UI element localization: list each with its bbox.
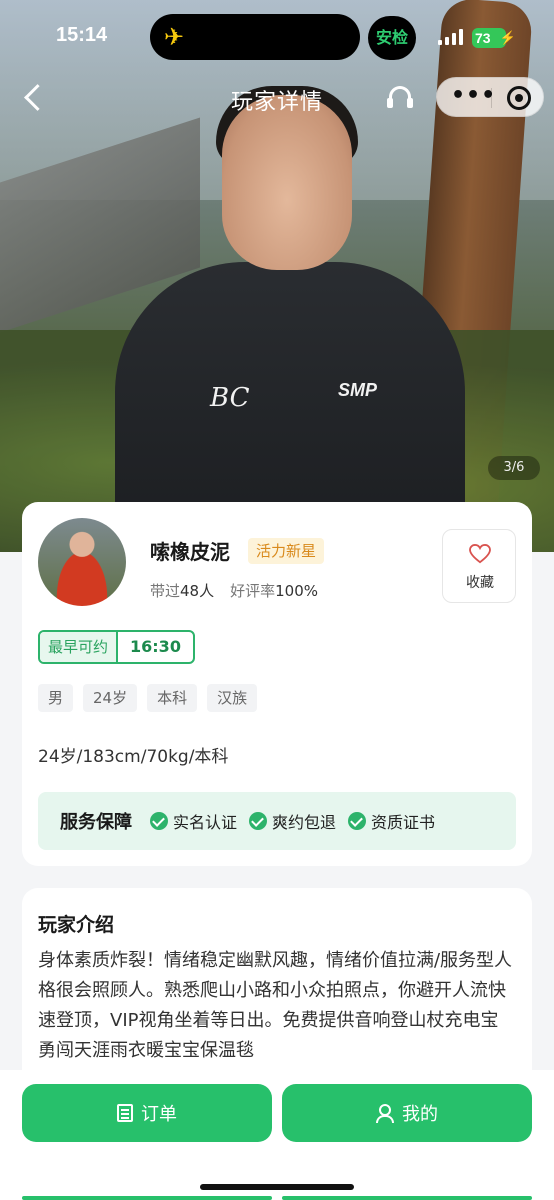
served-label: 带过 <box>150 582 181 600</box>
orders-label: 订单 <box>141 1104 177 1125</box>
avatar[interactable] <box>38 518 126 606</box>
favorite-label: 收藏 <box>466 575 494 591</box>
served-value: 48人 <box>180 582 215 600</box>
document-icon <box>117 1104 133 1122</box>
service-item: 实名认证 <box>150 809 237 833</box>
photo-counter: 3/6 <box>488 456 540 480</box>
mine-button[interactable]: 我的 <box>282 1084 532 1142</box>
status-bar: 15:14 ✈ 安检 73 ⚡ <box>0 14 554 60</box>
jacket-logo-right: SMP <box>338 380 378 400</box>
service-item-label: 资质证书 <box>371 813 436 832</box>
guard-badge[interactable]: 安检 <box>368 16 416 60</box>
favorite-button[interactable]: 收藏 <box>442 529 516 603</box>
service-title: 服务保障 <box>60 812 132 833</box>
charging-bolt-icon: ⚡ <box>499 30 516 45</box>
body-info: 24岁/183cm/70kg/本科 <box>38 747 229 767</box>
player-name: 嗦橡皮泥 <box>150 540 230 564</box>
profile-card: 嗦橡皮泥 活力新星 带过48人 好评率100% 收藏 最早可约 16:30 男 2… <box>22 502 532 866</box>
service-item-label: 爽约包退 <box>272 813 337 832</box>
intro-text: 身体素质炸裂！情绪稳定幽默风趣，情绪价值拉满/服务型人格很会照顾人。熟悉爬山小路… <box>38 950 513 1061</box>
check-icon <box>150 812 168 830</box>
service-item: 资质证书 <box>348 809 435 833</box>
heart-icon <box>469 544 491 564</box>
tag-education: 本科 <box>147 684 198 712</box>
mini-program-capsule: ••• <box>436 77 544 117</box>
guard-label: 安检 <box>375 28 408 47</box>
check-icon <box>249 812 268 830</box>
status-time: 15:14 <box>56 24 108 46</box>
user-icon <box>376 1104 394 1123</box>
battery-icon: 73 ⚡ <box>472 28 516 48</box>
target-icon[interactable] <box>507 86 531 110</box>
tag-age: 24岁 <box>83 684 138 712</box>
jacket-logo-left: BC <box>210 383 250 413</box>
photo-face <box>222 95 352 270</box>
orders-button[interactable]: 订单 <box>22 1084 272 1142</box>
signal-icon <box>438 29 463 45</box>
tag-gender: 男 <box>38 684 74 712</box>
rating-value: 100% <box>275 582 319 600</box>
check-icon <box>348 812 367 830</box>
earliest-time: 16:30 <box>130 637 181 656</box>
battery-level: 73 <box>475 30 491 46</box>
service-guarantee: 服务保障 实名认证 爽约包退 资质证书 <box>38 792 516 850</box>
intro-title: 玩家介绍 <box>38 914 115 936</box>
rating-label: 好评率 <box>230 582 276 600</box>
nav-bar: 玩家详情 ••• <box>0 76 554 120</box>
bottom-action-bar: 订单 我的 <box>0 1070 554 1200</box>
next-button-peek <box>282 1196 532 1200</box>
earliest-availability: 最早可约 16:30 <box>38 630 195 664</box>
headset-icon[interactable] <box>386 86 414 112</box>
service-item: 爽约包退 <box>249 809 336 833</box>
capsule-divider <box>491 88 492 108</box>
mine-label: 我的 <box>402 1104 438 1125</box>
home-indicator[interactable] <box>200 1184 354 1190</box>
earliest-label: 最早可约 <box>40 632 119 662</box>
more-icon[interactable]: ••• <box>451 85 496 107</box>
airplane-icon: ✈ <box>164 23 185 51</box>
service-item-label: 实名认证 <box>173 813 238 832</box>
next-button-peek <box>22 1196 272 1200</box>
dynamic-island: ✈ <box>150 14 360 60</box>
rank-badge: 活力新星 <box>248 538 325 564</box>
player-stats: 带过48人 好评率100% <box>150 580 318 601</box>
tag-ethnicity: 汉族 <box>207 684 258 712</box>
tag-list: 男 24岁 本科 汉族 <box>38 684 258 712</box>
